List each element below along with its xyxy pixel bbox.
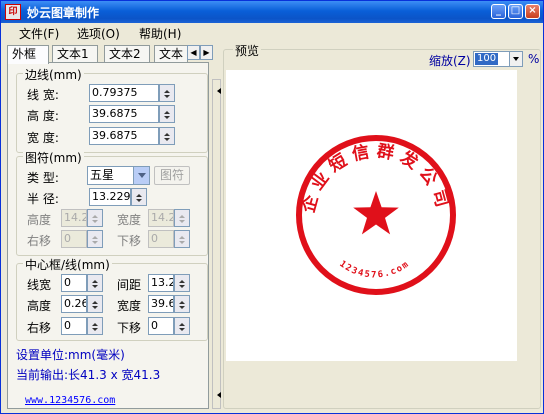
border-group-legend: 边线(mm): [23, 66, 84, 83]
border-height-input[interactable]: 39.6875: [89, 105, 159, 123]
center-width-label: 宽度: [117, 299, 142, 313]
center-height-spin[interactable]: [87, 295, 103, 313]
symbol-shift-down-input: 0: [148, 230, 174, 248]
border-height-spin[interactable]: [159, 105, 175, 123]
close-button[interactable]: ×: [525, 4, 540, 19]
center-shift-right-spin[interactable]: [87, 317, 103, 335]
symbol-group-legend: 图符(mm): [23, 149, 84, 166]
symbol-width-input: 14.2: [148, 209, 174, 227]
symbol-height-label: 高度: [27, 213, 52, 227]
tab-text1[interactable]: 文本1: [52, 45, 98, 63]
border-line-width-input[interactable]: 0.79375: [89, 84, 159, 102]
seal-app-icon: 印: [5, 4, 21, 20]
collapse-left-bottom-icon[interactable]: [214, 392, 221, 398]
menu-file[interactable]: 文件(F): [19, 25, 59, 42]
center-height-input[interactable]: 0.26: [61, 295, 87, 313]
symbol-shift-right-spin: [87, 230, 103, 248]
border-width-spin[interactable]: [159, 127, 175, 145]
tab-text3[interactable]: 文本: [154, 45, 188, 63]
border-line-width-spin[interactable]: [159, 84, 175, 102]
center-line-width-input[interactable]: 0: [61, 274, 87, 292]
symbol-group: 图符(mm) 类 型: 五星 图符 半 径: 13.2291 高度 14.2 宽…: [16, 149, 208, 256]
border-group: 边线(mm) 线 宽: 0.79375 高 度: 39.6875 宽 度: 39…: [16, 66, 208, 153]
zoom-unit: %: [528, 52, 540, 66]
symbol-shift-right-label: 右移: [27, 234, 52, 248]
preview-legend: 预览: [233, 42, 262, 59]
tab-scroll-left-icon[interactable]: ◀: [187, 45, 200, 60]
center-spacing-input[interactable]: 13.2: [148, 274, 174, 292]
chevron-down-icon[interactable]: [509, 52, 522, 66]
zoom-label: 缩放(Z): [429, 54, 471, 68]
border-width-input[interactable]: 39.6875: [89, 127, 159, 145]
center-shift-down-label: 下移: [117, 321, 142, 335]
symbol-radius-input[interactable]: 13.2291: [89, 188, 131, 206]
center-shift-right-label: 右移: [27, 321, 52, 335]
center-line-width-label: 线宽: [27, 278, 52, 292]
symbol-height-input: 14.2: [61, 209, 87, 227]
symbol-radius-spin[interactable]: [131, 188, 147, 206]
center-shift-right-input[interactable]: 0: [61, 317, 87, 335]
panel-splitter[interactable]: [212, 79, 221, 409]
border-line-width-label: 线 宽:: [27, 88, 59, 102]
menu-options[interactable]: 选项(O): [77, 25, 120, 42]
symbol-type-label: 类 型:: [27, 171, 59, 185]
window-title: 妙云图章制作: [27, 6, 100, 20]
zoom-value: 100: [475, 53, 499, 65]
symbol-radius-label: 半 径:: [27, 192, 59, 206]
website-link[interactable]: www.1234576.com: [25, 395, 115, 406]
center-shift-down-spin[interactable]: [174, 317, 190, 335]
symbol-type-select[interactable]: 五星: [87, 166, 150, 185]
preview-canvas: 企业短信群发公司 1234576.com: [226, 70, 517, 361]
center-shift-down-input[interactable]: 0: [148, 317, 174, 335]
symbol-shift-down-spin: [174, 230, 190, 248]
tab-scroll-right-icon[interactable]: ▶: [200, 45, 213, 60]
menu-bar: 文件(F) 选项(O) 帮助(H): [1, 23, 543, 41]
minimize-button[interactable]: _: [491, 4, 506, 19]
collapse-left-icon[interactable]: [214, 88, 221, 94]
center-width-input[interactable]: 39.6: [148, 295, 174, 313]
chevron-down-icon[interactable]: [133, 167, 149, 184]
unit-info-text: 设置单位:mm(毫米): [16, 348, 125, 362]
maximize-button[interactable]: □: [508, 4, 523, 19]
app-window: 印 妙云图章制作 _ □ × 文件(F) 选项(O) 帮助(H) 外框 文本1 …: [0, 0, 544, 414]
symbol-type-value: 五星: [90, 168, 115, 182]
five-point-star-icon: [353, 191, 399, 235]
title-bar[interactable]: 印 妙云图章制作 _ □ ×: [1, 1, 543, 23]
center-frame-group: 中心框/线(mm) 线宽 0 间距 13.2 高度 0.26 宽度 39.6 右…: [16, 256, 208, 341]
symbol-height-spin: [87, 209, 103, 227]
symbol-width-label: 宽度: [117, 213, 142, 227]
center-line-width-spin[interactable]: [87, 274, 103, 292]
center-spacing-spin[interactable]: [174, 274, 190, 292]
symbol-shift-right-input: 0: [61, 230, 87, 248]
zoom-select[interactable]: 100: [473, 51, 523, 67]
symbol-picker-button[interactable]: 图符: [154, 166, 190, 185]
center-height-label: 高度: [27, 299, 52, 313]
center-group-legend: 中心框/线(mm): [23, 256, 112, 273]
center-width-spin[interactable]: [174, 295, 190, 313]
center-spacing-label: 间距: [117, 278, 142, 292]
symbol-shift-down-label: 下移: [117, 234, 142, 248]
seal-bottom-text: 1234576.com: [337, 259, 411, 280]
symbol-width-spin: [174, 209, 190, 227]
tab-outer-frame[interactable]: 外框: [7, 45, 49, 64]
tab-text2[interactable]: 文本2: [104, 45, 150, 63]
border-height-label: 高 度:: [27, 109, 59, 123]
border-width-label: 宽 度:: [27, 131, 59, 145]
seal-preview: 企业短信群发公司 1234576.com: [296, 135, 456, 295]
output-size-text: 当前输出:长41.3 x 宽41.3: [16, 368, 161, 382]
menu-help[interactable]: 帮助(H): [139, 25, 181, 42]
